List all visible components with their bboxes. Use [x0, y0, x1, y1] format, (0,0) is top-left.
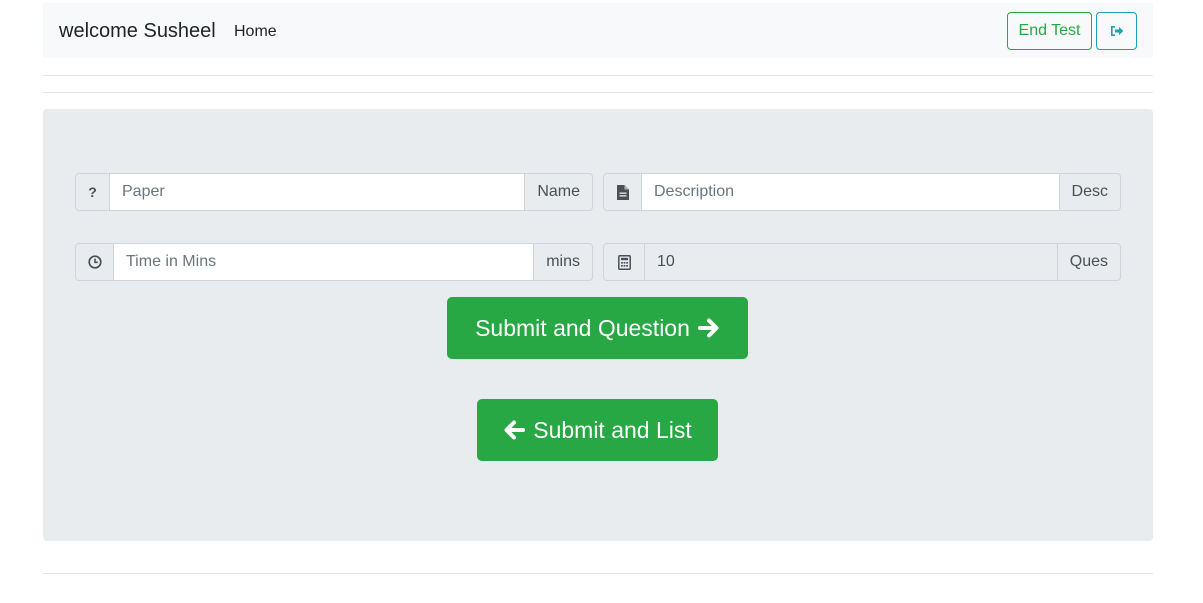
divider: [43, 92, 1153, 93]
submit-and-list-button[interactable]: Submit and List: [477, 399, 718, 461]
question-mark: ?: [88, 184, 97, 200]
clock-icon: [75, 243, 114, 281]
time-suffix-label: mins: [534, 243, 593, 281]
arrow-left-icon: [503, 420, 526, 440]
paper-input-group: ? Name: [75, 173, 593, 211]
description-input[interactable]: [642, 173, 1060, 211]
arrow-right-icon: [697, 318, 720, 338]
paper-suffix-label: Name: [525, 173, 593, 211]
paper-form-panel: ? Name Desc mins: [43, 109, 1153, 541]
questions-suffix-label: Ques: [1057, 243, 1121, 281]
question-icon: ?: [75, 173, 110, 211]
submit-and-list-label: Submit and List: [533, 416, 692, 443]
sign-out-icon: [1110, 25, 1124, 37]
navbar: welcome Susheel Home End Test: [43, 3, 1153, 58]
footer-divider: [43, 573, 1153, 574]
questions-count-input[interactable]: [645, 243, 1058, 281]
paper-input[interactable]: [110, 173, 526, 211]
brand-welcome: welcome Susheel: [59, 20, 216, 42]
divider: [43, 75, 1153, 76]
end-test-button[interactable]: End Test: [1007, 12, 1092, 50]
nav-home-link[interactable]: Home: [234, 23, 277, 41]
submit-and-question-label: Submit and Question: [475, 314, 690, 341]
description-input-group: Desc: [603, 173, 1121, 211]
questions-input-group: Ques: [603, 243, 1121, 281]
time-input-group: mins: [75, 243, 593, 281]
submit-and-question-button[interactable]: Submit and Question: [447, 297, 748, 359]
sign-out-button[interactable]: [1096, 12, 1137, 50]
file-text-icon: [603, 173, 642, 211]
description-suffix-label: Desc: [1059, 173, 1121, 211]
time-input[interactable]: [114, 243, 535, 281]
calculator-icon: [603, 243, 645, 281]
